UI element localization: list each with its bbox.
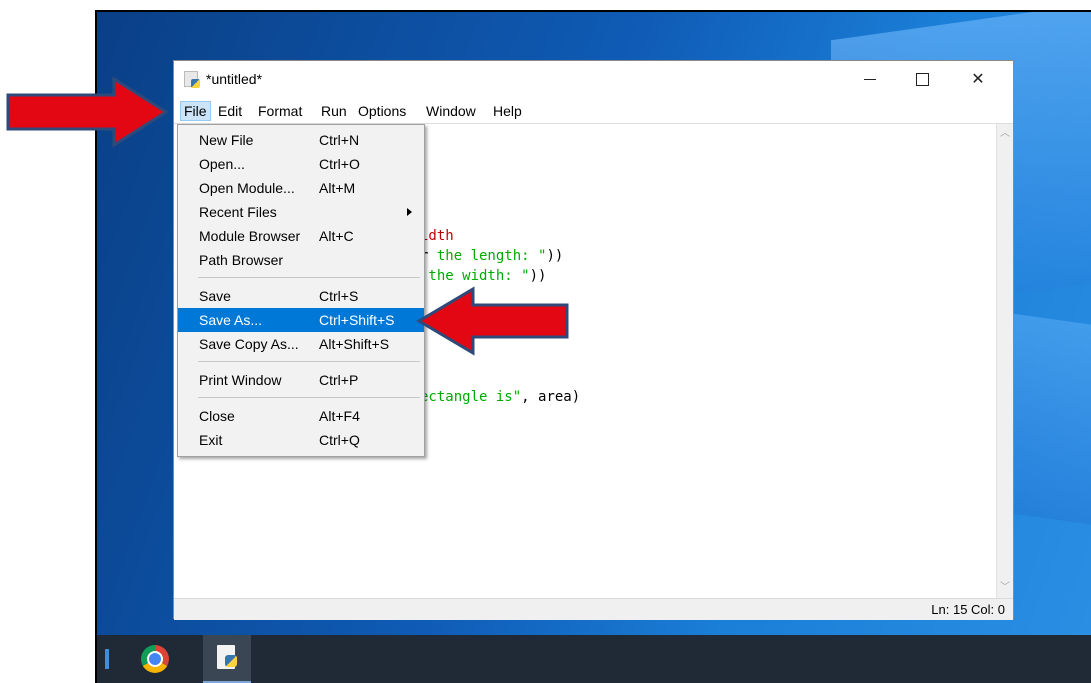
menu-item-new-file[interactable]: New File Ctrl+N [178,128,424,152]
red-arrow-left-icon [416,286,569,356]
menu-item-close[interactable]: Close Alt+F4 [178,404,424,428]
close-button[interactable]: ✕ [955,61,1001,97]
menu-item-save[interactable]: Save Ctrl+S [178,284,424,308]
menu-item-save-as[interactable]: Save As... Ctrl+Shift+S [178,308,424,332]
menu-item-label: Recent Files [199,204,277,220]
menu-item-label: Close [199,408,235,424]
menu-item-shortcut: Ctrl+S [319,288,359,304]
maximize-icon [915,72,929,86]
python-logo-icon [225,655,237,667]
menu-item-label: Save [199,288,231,304]
menu-item-label: New File [199,132,254,148]
scroll-down-icon[interactable]: ﹀ [1000,583,1010,593]
menu-item-shortcut: Ctrl+O [319,156,360,172]
code-string: the length: " [436,248,547,264]
menu-item-open[interactable]: Open... Ctrl+O [178,152,424,176]
menu-separator [198,397,420,398]
status-bar: Ln: 15 Col: 0 [174,598,1013,620]
title-bar[interactable]: *untitled* ✕ [174,61,1013,97]
red-arrow-right-icon [6,76,169,148]
code-line: ectangle is", area) [420,389,580,405]
menu-separator [198,277,420,278]
menu-item-save-copy-as[interactable]: Save Copy As... Alt+Shift+S [178,332,424,356]
menu-item-shortcut: Ctrl+P [319,372,359,388]
menu-item-label: Open Module... [199,180,295,196]
submenu-arrow-icon [407,208,412,216]
menu-item-exit[interactable]: Exit Ctrl+Q [178,428,424,452]
menu-help[interactable]: Help [490,102,525,120]
menu-item-label: Save Copy As... [199,336,299,352]
menu-item-shortcut: Alt+Shift+S [319,336,390,352]
menu-item-shortcut: Alt+C [319,228,354,244]
idle-taskbar-button[interactable] [203,635,251,683]
menu-item-shortcut: Alt+M [319,180,356,196]
arrow-shape [416,286,569,356]
menu-format[interactable]: Format [255,102,305,120]
menu-item-open-module[interactable]: Open Module... Alt+M [178,176,424,200]
cursor-position: Ln: 15 Col: 0 [931,602,1005,617]
menu-item-path-browser[interactable]: Path Browser [178,248,424,272]
menu-item-label: Print Window [199,372,282,388]
menu-item-label: Module Browser [199,228,301,244]
code-line: idth [420,228,454,244]
code-fragment: , area) [521,389,581,405]
menu-item-label: Open... [199,156,245,172]
code-fragment: )) [546,248,564,264]
code-line: the width: ")) [420,268,546,284]
menu-item-shortcut: Ctrl+N [319,132,360,148]
code-line: r the length: ")) [420,248,563,264]
menu-item-print-window[interactable]: Print Window Ctrl+P [178,368,424,392]
menu-item-module-browser[interactable]: Module Browser Alt+C [178,224,424,248]
menu-run[interactable]: Run [318,102,350,120]
idle-file-icon [184,71,200,88]
menu-item-shortcut: Ctrl+Shift+S [319,312,395,328]
arrow-shape [6,76,169,148]
file-menu-dropdown: New File Ctrl+N Open... Ctrl+O Open Modu… [177,124,425,457]
menu-edit[interactable]: Edit [215,102,245,120]
vertical-scrollbar[interactable]: ︿ ﹀ [996,124,1013,598]
menu-item-label: Save As... [199,312,263,328]
start-indicator[interactable] [105,649,109,669]
menu-separator [198,361,420,362]
menu-file[interactable]: File [180,101,211,121]
menu-window[interactable]: Window [423,102,479,120]
window-title: *untitled* [206,71,263,87]
close-icon: ✕ [971,71,985,88]
menu-bar: File Edit Format Run Options Window Help [174,99,1013,124]
menu-item-label: Path Browser [199,252,284,268]
taskbar [95,635,1091,683]
menu-item-shortcut: Ctrl+Q [319,432,360,448]
menu-item-recent-files[interactable]: Recent Files [178,200,424,224]
maximize-button[interactable] [899,61,945,97]
menu-item-label: Exit [199,432,223,448]
code-fragment: )) [529,268,547,284]
minimize-icon [864,78,876,80]
scroll-up-icon[interactable]: ︿ [1000,129,1010,139]
code-string: the width: " [420,268,530,284]
minimize-button[interactable] [847,61,893,97]
menu-item-shortcut: Alt+F4 [319,408,360,424]
menu-options[interactable]: Options [355,102,409,120]
chrome-icon[interactable] [141,645,169,673]
code-string: ectangle is" [420,389,522,405]
